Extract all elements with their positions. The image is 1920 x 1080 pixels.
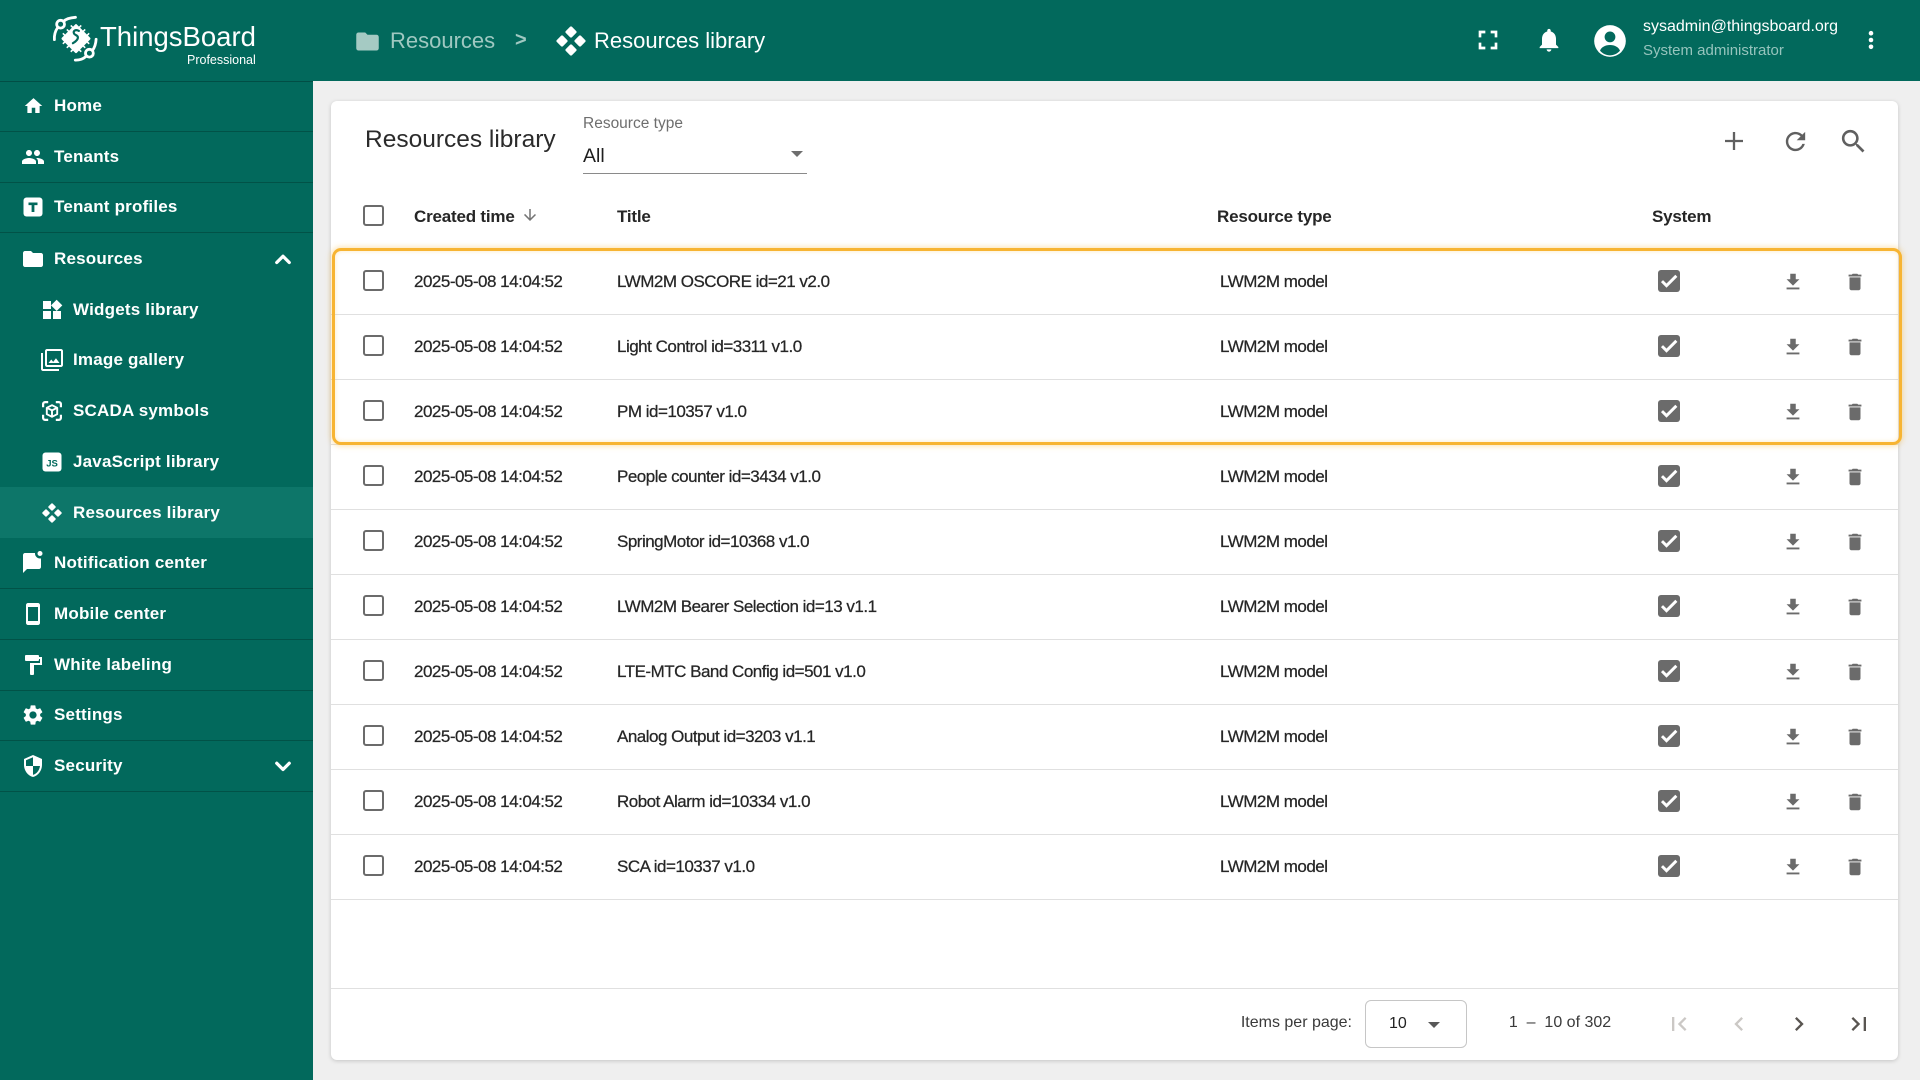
svg-text:JS: JS [46, 459, 58, 470]
